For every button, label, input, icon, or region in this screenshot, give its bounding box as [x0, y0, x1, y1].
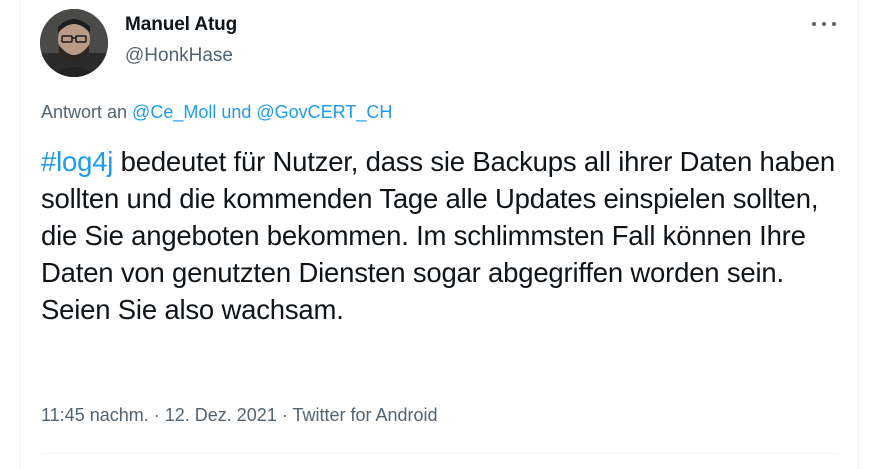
- dot: [812, 22, 816, 26]
- tweet-meta: 11:45 nachm. · 12. Dez. 2021 · Twitter f…: [41, 405, 438, 426]
- reply-user-link[interactable]: @GovCERT_CH: [256, 102, 392, 122]
- tweet-source[interactable]: Twitter for Android: [293, 405, 438, 425]
- tweet-date[interactable]: 12. Dez. 2021: [165, 405, 277, 425]
- reply-user-link[interactable]: @Ce_Moll: [132, 102, 216, 122]
- author-handle[interactable]: @HonkHase: [125, 45, 233, 67]
- tweet-card: Manuel Atug @HonkHase Antwort an @Ce_Mol…: [19, 0, 859, 469]
- divider: [41, 453, 839, 454]
- meta-separator: ·: [276, 405, 293, 425]
- meta-separator: ·: [148, 405, 165, 425]
- hashtag-link[interactable]: #log4j: [41, 146, 113, 177]
- tweet-body: bedeutet für Nutzer, dass sie Backups al…: [41, 146, 835, 325]
- dot: [822, 22, 826, 26]
- tweet-text: #log4j bedeutet für Nutzer, dass sie Bac…: [41, 143, 846, 328]
- more-horizontal-icon[interactable]: [812, 16, 836, 32]
- author-name[interactable]: Manuel Atug: [125, 14, 237, 36]
- reply-conjunction: und: [216, 102, 257, 122]
- dot: [832, 22, 836, 26]
- reply-prefix: Antwort an: [41, 102, 133, 122]
- tweet-time[interactable]: 11:45 nachm.: [41, 405, 149, 425]
- reply-context: Antwort an @Ce_Moll und @GovCERT_CH: [41, 102, 392, 123]
- avatar[interactable]: [40, 9, 108, 77]
